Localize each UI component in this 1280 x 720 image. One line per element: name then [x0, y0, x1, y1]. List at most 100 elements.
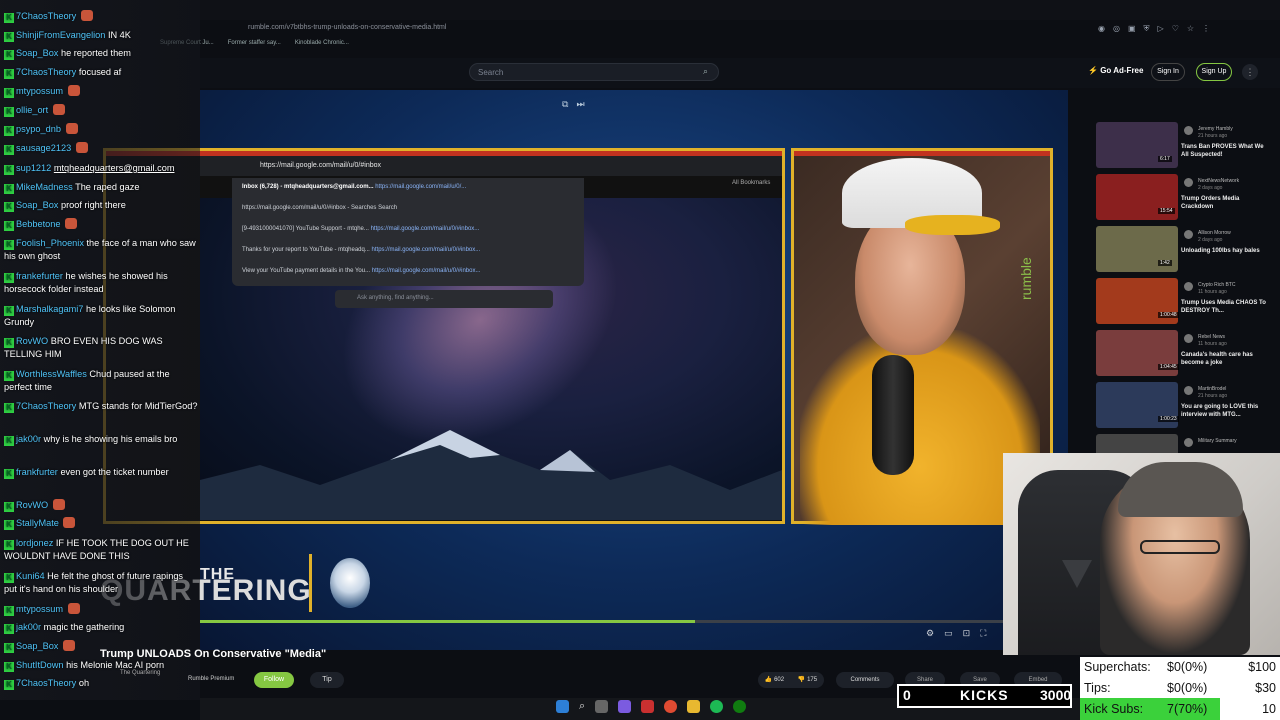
- video-duration: 1:00:23: [1158, 416, 1179, 422]
- channel-avatar[interactable]: [1184, 230, 1193, 239]
- chat-username[interactable]: mtypossum: [16, 86, 63, 96]
- chat-username[interactable]: 7ChaosTheory: [16, 678, 76, 688]
- goal-kick-subs: Kick Subs: 7(70%) 10: [1084, 699, 1278, 719]
- sign-up-button[interactable]: Sign Up: [1196, 63, 1232, 81]
- chat-username[interactable]: RovWO: [16, 336, 48, 346]
- star-icon[interactable]: ☆: [1187, 24, 1194, 34]
- sidebar-video-card[interactable]: 1:04:45 Rebel News 11 hours ago Canada's he…: [1094, 328, 1274, 378]
- channel-avatar[interactable]: [1184, 438, 1193, 447]
- heart-icon[interactable]: ♡: [1172, 24, 1179, 34]
- video-channel[interactable]: NextNewsNetwork: [1198, 178, 1239, 184]
- chat-username[interactable]: StallyMate: [16, 518, 59, 528]
- video-channel[interactable]: Military Summary: [1198, 438, 1237, 444]
- theater-icon[interactable]: ▭: [944, 628, 953, 639]
- channel-avatar[interactable]: [1184, 386, 1193, 395]
- chat-username[interactable]: sausage2123: [16, 143, 71, 153]
- video-channel[interactable]: Jeremy Hambly: [1198, 126, 1233, 132]
- search-input[interactable]: Search: [469, 63, 719, 81]
- picture-in-picture-icon[interactable]: ⧉: [562, 99, 568, 110]
- search-icon[interactable]: ⌕: [703, 66, 708, 77]
- settings-icon[interactable]: ⚙: [926, 628, 934, 639]
- chat-username[interactable]: Soap_Box: [16, 641, 58, 651]
- skip-icon[interactable]: ⏭: [576, 99, 584, 110]
- video-title-link[interactable]: Trans Ban PROVES What We All Suspected!: [1181, 143, 1271, 159]
- play-icon[interactable]: ▷: [1158, 24, 1164, 34]
- chat-username[interactable]: mtypossum: [16, 604, 63, 614]
- tip-button[interactable]: Tip: [310, 672, 344, 688]
- video-channel[interactable]: Crypto Rich BTC: [1198, 282, 1236, 288]
- channel-avatar[interactable]: [1184, 178, 1193, 187]
- upvote-button[interactable]: 👍 602: [765, 672, 784, 688]
- chat-username[interactable]: 7ChaosTheory: [16, 401, 76, 411]
- extension-icon[interactable]: ◉: [1098, 24, 1105, 34]
- extension-icon[interactable]: ◎: [1113, 24, 1120, 34]
- chat-username[interactable]: psypo_dnb: [16, 124, 61, 134]
- chat-username[interactable]: 7ChaosTheory: [16, 11, 76, 21]
- chat-username[interactable]: Foolish_Phoenix: [16, 238, 84, 248]
- downvote-button[interactable]: 👎 175: [798, 672, 817, 688]
- sidebar-video-card[interactable]: 1:00:23 MartinBrodel 21 hours ago You are g…: [1094, 380, 1274, 430]
- video-title-link[interactable]: Canada's health care has become a joke: [1181, 351, 1271, 367]
- chat-username[interactable]: frankefurter: [16, 271, 63, 281]
- chat-message: K 7ChaosTheory: [4, 10, 198, 23]
- channel-avatar[interactable]: [1184, 334, 1193, 343]
- app-icon[interactable]: [641, 700, 655, 713]
- chat-username[interactable]: frankfurter: [16, 467, 58, 477]
- sidebar-video-card[interactable]: 1:42 Allison Morrow 2 days ago Unloading 10…: [1094, 224, 1274, 274]
- chat-username[interactable]: ollie_ort: [16, 105, 48, 115]
- shield-icon[interactable]: ⛨: [1144, 24, 1150, 34]
- mountain-silhouette: [200, 430, 782, 520]
- chrome-icon[interactable]: [664, 700, 678, 713]
- windows-start-icon[interactable]: [556, 700, 569, 713]
- channel-avatar[interactable]: [1184, 126, 1193, 135]
- chat-username[interactable]: jak00r: [16, 434, 41, 444]
- chat-username[interactable]: jak00r: [16, 622, 41, 632]
- chat-username[interactable]: Bebbetone: [16, 219, 60, 229]
- video-title-link[interactable]: Trump Uses Media CHAOS To DESTROY Th...: [1181, 299, 1271, 315]
- chat-message: Kfrankefurter he wishes he showed his ho…: [4, 270, 198, 295]
- chat-username[interactable]: Soap_Box: [16, 200, 58, 210]
- chat-username[interactable]: Marshalkagami7: [16, 304, 83, 314]
- discord-icon[interactable]: [618, 700, 632, 713]
- video-title-link[interactable]: Unloading 100lbs hay bales: [1181, 247, 1271, 255]
- video-channel[interactable]: Rebel News: [1198, 334, 1225, 340]
- kick-badge-icon: K: [4, 88, 14, 98]
- extension-icon[interactable]: ▣: [1128, 24, 1136, 34]
- chat-username[interactable]: MikeMadness: [16, 182, 73, 192]
- chat-username[interactable]: sup1212: [16, 163, 51, 173]
- tab-2[interactable]: Former staffer say...: [228, 40, 281, 52]
- task-view-icon[interactable]: [595, 700, 609, 713]
- comments-button[interactable]: Comments: [836, 672, 894, 688]
- dropdown-item: Thanks for your report to YouTube - mtqh…: [242, 247, 481, 253]
- menu-icon[interactable]: ⋮: [1202, 24, 1210, 34]
- channel-avatar[interactable]: [1184, 282, 1193, 291]
- more-options-icon[interactable]: ⋮: [1242, 64, 1258, 80]
- xbox-icon[interactable]: [733, 700, 747, 713]
- address-bar[interactable]: rumble.com/v7btbhs-trump-unloads-on-cons…: [248, 24, 446, 31]
- chat-username[interactable]: Soap_Box: [16, 48, 58, 58]
- cast-icon[interactable]: ⊡: [963, 628, 971, 639]
- sidebar-video-card[interactable]: 1:00:48 Crypto Rich BTC 11 hours ago Trump …: [1094, 276, 1274, 326]
- chat-username[interactable]: RovWO: [16, 500, 48, 510]
- emote-icon: [80, 10, 93, 21]
- chat-username[interactable]: ShutItDown: [16, 660, 64, 670]
- video-title-link[interactable]: You are going to LOVE this interview wit…: [1181, 403, 1271, 419]
- chat-username[interactable]: Kuni64: [16, 571, 45, 581]
- sidebar-video-card[interactable]: 6:17 Jeremy Hambly 21 hours ago Trans Ban P…: [1094, 120, 1274, 170]
- chat-username[interactable]: lordjonez: [16, 538, 53, 548]
- chat-username[interactable]: ShinjiFromEvangelion: [16, 30, 105, 40]
- fullscreen-icon[interactable]: ⛶: [980, 628, 986, 639]
- sign-in-button[interactable]: Sign In: [1151, 63, 1185, 81]
- spotify-icon[interactable]: [710, 700, 724, 713]
- search-icon[interactable]: ⌕: [579, 700, 585, 713]
- sidebar-video-card[interactable]: 15:54 NextNewsNetwork 2 days ago Trump Orde…: [1094, 172, 1274, 222]
- video-channel[interactable]: MartinBrodel: [1198, 386, 1226, 392]
- go-ad-free-link[interactable]: ⚡ Go Ad-Free: [1088, 66, 1143, 75]
- folder-icon[interactable]: [687, 700, 701, 713]
- video-title-link[interactable]: Trump Orders Media Crackdown: [1181, 195, 1271, 211]
- chat-username[interactable]: WorthlessWaffles: [16, 369, 87, 379]
- video-channel[interactable]: Allison Morrow: [1198, 230, 1231, 236]
- chat-username[interactable]: 7ChaosTheory: [16, 67, 76, 77]
- follow-button[interactable]: Follow: [254, 672, 294, 688]
- tab-3[interactable]: Kinoblade Chronic...: [295, 40, 349, 52]
